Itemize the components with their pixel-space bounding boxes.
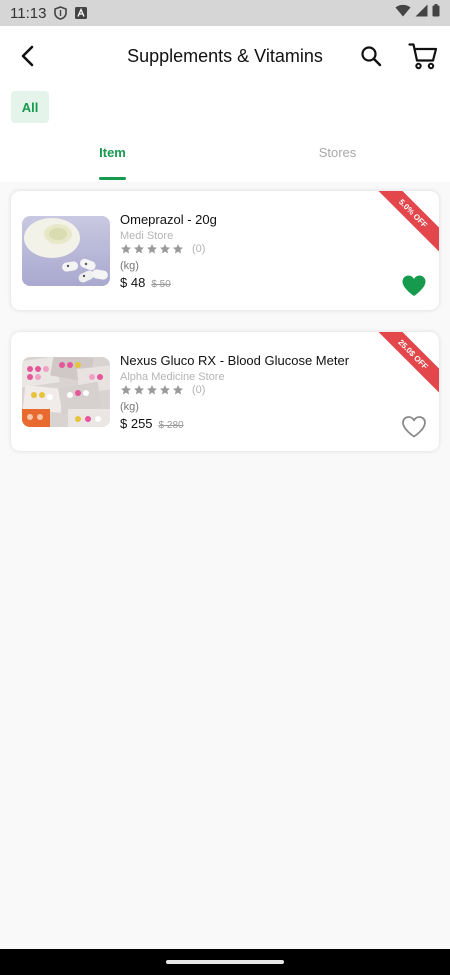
wifi-icon (395, 4, 411, 22)
rating-stars: (0) (120, 243, 205, 255)
active-tab-indicator (99, 177, 126, 180)
star-icon (147, 244, 157, 254)
product-price: $ 48 (120, 275, 146, 290)
product-store: Medi Store (120, 230, 174, 242)
product-card[interactable]: Omeprazol - 20g Medi Store (0) (kg) $ 48… (11, 191, 439, 310)
product-image (22, 357, 110, 427)
favorite-button[interactable] (401, 415, 427, 439)
rating-count: (0) (192, 384, 206, 396)
signal-icon (415, 4, 428, 22)
favorite-button[interactable] (401, 274, 427, 298)
star-icon (121, 385, 131, 395)
app-bar: Supplements & Vitamins (0, 26, 450, 86)
star-icon (173, 244, 183, 254)
battery-icon (432, 4, 440, 22)
product-name: Omeprazol - 20g (120, 212, 217, 227)
discount-ribbon: 25.0$ OFF (373, 332, 439, 395)
tab-stores[interactable]: Stores (225, 138, 450, 182)
filter-and-tabs: All Item Stores (0, 86, 450, 182)
system-nav-bar (0, 949, 450, 975)
heart-outline-icon (402, 416, 426, 438)
star-icon (160, 244, 170, 254)
product-price-row: $ 48 $ 50 (120, 275, 171, 290)
filter-chip-all[interactable]: All (11, 91, 49, 123)
heart-filled-icon (402, 275, 426, 296)
product-unit: (kg) (120, 401, 139, 413)
product-card[interactable]: Nexus Gluco RX - Blood Glucose Meter Alp… (11, 332, 439, 451)
home-gesture-handle[interactable] (166, 960, 284, 964)
star-icon (134, 244, 144, 254)
star-icon (160, 385, 170, 395)
status-bar: 11:13 (0, 0, 450, 26)
back-arrow-icon (21, 45, 34, 67)
product-image (22, 216, 110, 286)
status-time: 11:13 (10, 4, 47, 22)
rating-stars: (0) (120, 384, 205, 396)
shield-icon (54, 6, 68, 20)
product-store: Alpha Medicine Store (120, 371, 225, 383)
cart-button[interactable] (406, 39, 440, 73)
star-icon (147, 385, 157, 395)
product-unit: (kg) (120, 260, 139, 272)
app-notification-icon (75, 7, 88, 19)
product-price: $ 255 (120, 416, 153, 431)
product-price-row: $ 255 $ 280 (120, 416, 184, 431)
star-icon (121, 244, 131, 254)
back-button[interactable] (12, 41, 42, 71)
product-name: Nexus Gluco RX - Blood Glucose Meter (120, 353, 350, 368)
discount-ribbon: 5.0% OFF (373, 191, 439, 254)
cart-icon (408, 43, 438, 70)
search-button[interactable] (356, 41, 386, 71)
star-icon (173, 385, 183, 395)
product-old-price: $ 50 (151, 279, 171, 290)
product-old-price: $ 280 (158, 420, 184, 431)
search-icon (361, 46, 382, 67)
rating-count: (0) (192, 243, 206, 255)
star-icon (134, 385, 144, 395)
tab-item[interactable]: Item (0, 138, 225, 182)
